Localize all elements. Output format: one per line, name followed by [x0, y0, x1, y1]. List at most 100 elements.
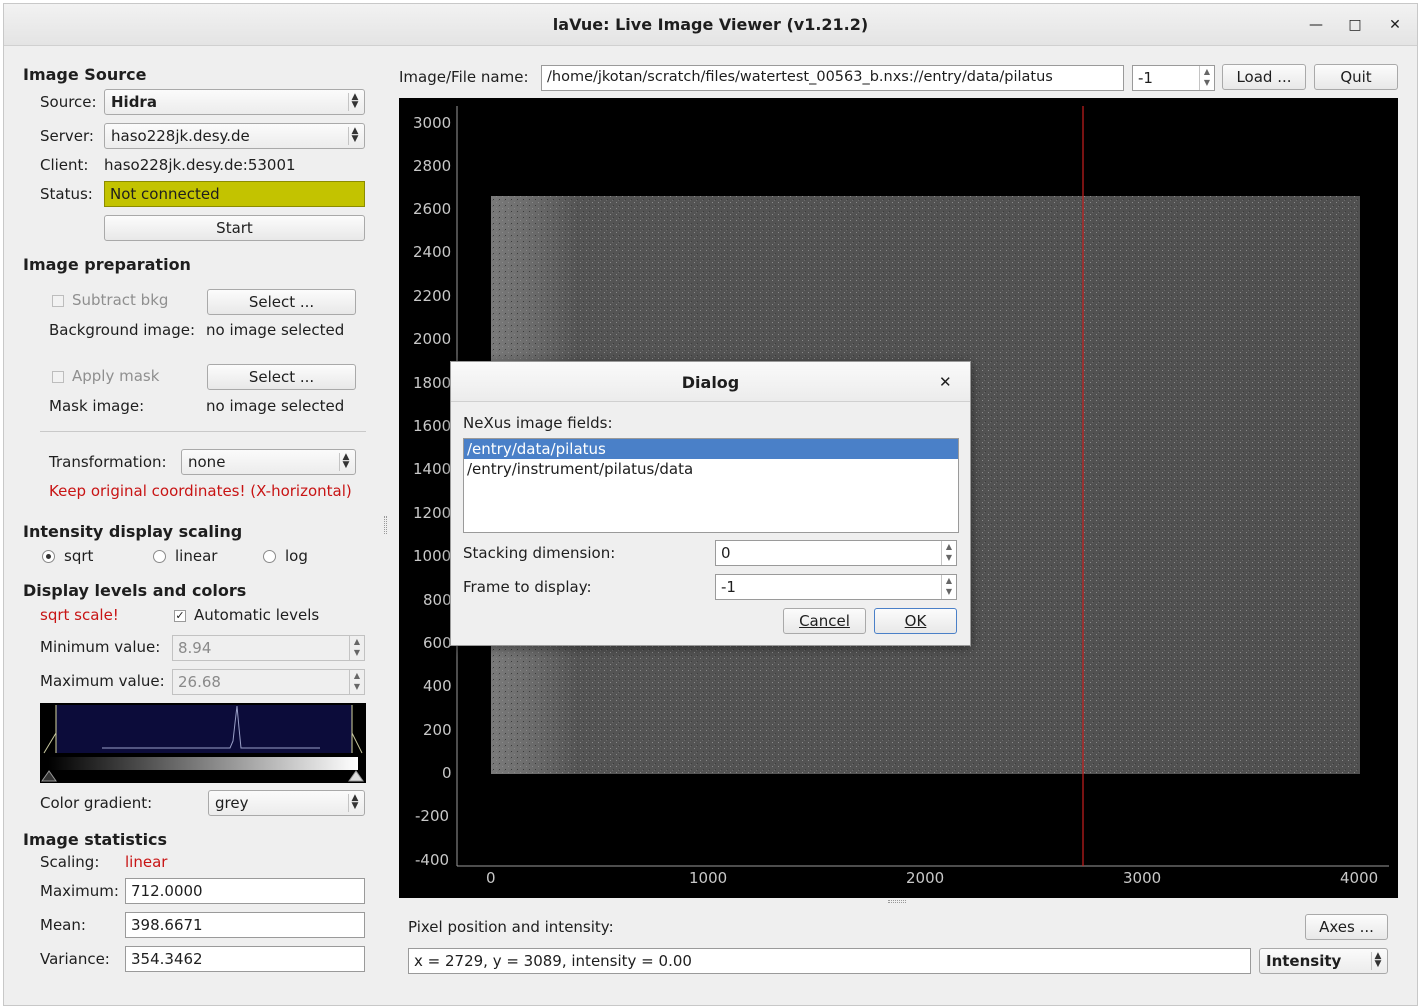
client-value: haso228jk.desy.de:53001 [104, 156, 296, 174]
sqrt-radio[interactable] [42, 550, 55, 563]
title-bar: laVue: Live Image Viewer (v1.21.2) — □ ✕ [4, 4, 1417, 46]
histogram-plot [41, 705, 364, 782]
subtract-bkg-label: Subtract bkg [72, 291, 169, 309]
maximum-stat-label: Maximum: [40, 882, 119, 900]
color-gradient-value: grey [215, 794, 249, 812]
status-field: Not connected [104, 181, 365, 207]
dialog-close-icon[interactable]: ✕ [939, 373, 952, 391]
minimize-icon[interactable]: — [1305, 14, 1327, 36]
source-combo[interactable]: Hidra ▲ ▼ [104, 89, 365, 115]
spin-arrows-icon: ▲ ▼ [1199, 66, 1214, 90]
apply-mask-label: Apply mask [72, 367, 160, 385]
intensity-scaling-heading: Intensity display scaling [23, 522, 243, 541]
chevron-updown-icon: ▲ ▼ [348, 127, 361, 145]
chevron-updown-icon: ▲ ▼ [1371, 952, 1384, 970]
variance-stat-label: Variance: [40, 950, 110, 968]
chevron-updown-icon: ▲ ▼ [348, 93, 361, 111]
minimum-value-spinbox[interactable]: 8.94 ▲ ▼ [172, 635, 365, 661]
nexus-fields-label: NeXus image fields: [463, 414, 613, 432]
sqrt-scale-note: sqrt scale! [40, 606, 119, 624]
stacking-dimension-spinbox[interactable]: 0 ▲ ▼ [715, 540, 957, 566]
y-tick: 1400 [413, 460, 452, 478]
spin-arrows-icon: ▲ ▼ [941, 575, 956, 599]
coordinates-warning: Keep original coordinates! (X-horizontal… [49, 482, 352, 500]
maximize-icon[interactable]: □ [1344, 14, 1366, 36]
histogram-region [56, 705, 352, 753]
y-tick: 2200 [413, 287, 452, 305]
pixel-position-label: Pixel position and intensity: [408, 918, 614, 936]
load-button[interactable]: Load ... [1222, 64, 1306, 90]
maximum-value-label: Maximum value: [40, 672, 165, 690]
window-title: laVue: Live Image Viewer (v1.21.2) [552, 15, 869, 34]
gradient-left-handle[interactable] [41, 770, 57, 782]
axes-button[interactable]: Axes ... [1305, 914, 1388, 940]
y-tick: 1000 [413, 547, 452, 565]
splitter-handle[interactable] [384, 516, 387, 534]
quit-button[interactable]: Quit [1314, 64, 1398, 90]
transformation-combo[interactable]: none ▲ ▼ [181, 449, 356, 475]
transformation-label: Transformation: [49, 453, 167, 471]
spin-arrows-icon: ▲ ▼ [349, 670, 364, 694]
spin-arrows-icon: ▲ ▼ [941, 541, 956, 565]
splitter-handle[interactable] [888, 900, 906, 903]
x-tick: 4000 [1340, 869, 1379, 887]
log-label: log [285, 547, 308, 565]
subtract-bkg-checkbox[interactable] [52, 295, 64, 307]
chevron-updown-icon: ▲ ▼ [339, 453, 352, 471]
transformation-value: none [188, 453, 226, 471]
nexus-fields-list[interactable]: /entry/data/pilatus /entry/instrument/pi… [463, 438, 959, 533]
file-path-field[interactable]: /home/jkotan/scratch/files/watertest_005… [541, 65, 1124, 91]
mask-image-value: no image selected [206, 397, 345, 415]
file-name-label: Image/File name: [399, 68, 529, 86]
log-radio[interactable] [263, 550, 276, 563]
stacking-dimension-value: 0 [721, 544, 731, 562]
color-gradient-combo[interactable]: grey ▲ ▼ [208, 790, 365, 816]
frame-spinbox[interactable]: -1 ▲ ▼ [1132, 65, 1215, 91]
x-tick: 1000 [689, 869, 728, 887]
level-left-slope [43, 732, 57, 754]
list-item[interactable]: /entry/instrument/pilatus/data [464, 459, 958, 479]
scaling-value: linear [125, 853, 168, 871]
ok-button[interactable]: OK [874, 608, 957, 634]
y-tick: 1800 [413, 374, 452, 392]
intensity-mode-combo[interactable]: Intensity ▲ ▼ [1259, 948, 1388, 974]
linear-radio[interactable] [153, 550, 166, 563]
y-tick: -400 [415, 851, 450, 869]
server-combo[interactable]: haso228jk.desy.de ▲ ▼ [104, 123, 365, 149]
y-tick: 600 [423, 634, 452, 652]
list-item[interactable]: /entry/data/pilatus [464, 439, 958, 459]
cancel-button[interactable]: Cancel [783, 608, 866, 634]
dialog-title-bar: Dialog ✕ [451, 362, 970, 402]
frame-to-display-spinbox[interactable]: -1 ▲ ▼ [715, 574, 957, 600]
maximum-value-spinbox[interactable]: 26.68 ▲ ▼ [172, 669, 365, 695]
minimum-value-label: Minimum value: [40, 638, 161, 656]
x-tick: 3000 [1123, 869, 1162, 887]
histogram-widget[interactable] [40, 703, 366, 783]
linear-label: linear [175, 547, 218, 565]
automatic-levels-checkbox[interactable]: ✓ [174, 610, 186, 622]
pixel-info-field: x = 2729, y = 3089, intensity = 0.00 [408, 948, 1251, 974]
frame-to-display-label: Frame to display: [463, 578, 592, 596]
source-value: Hidra [111, 93, 157, 111]
server-label: Server: [40, 127, 94, 145]
image-source-heading: Image Source [23, 65, 147, 84]
gradient-bar[interactable] [48, 757, 358, 770]
automatic-levels-label: Automatic levels [194, 606, 320, 624]
maximum-value: 26.68 [178, 673, 221, 691]
y-tick: 2800 [413, 157, 452, 175]
gradient-right-handle[interactable] [348, 770, 364, 782]
select-background-button[interactable]: Select ... [207, 289, 356, 315]
close-icon[interactable]: ✕ [1384, 14, 1406, 36]
image-statistics-heading: Image statistics [23, 830, 168, 849]
start-button[interactable]: Start [104, 215, 365, 241]
x-tick: 0 [486, 869, 496, 887]
source-label: Source: [40, 93, 97, 111]
y-tick: 200 [423, 721, 452, 739]
select-mask-button[interactable]: Select ... [207, 364, 356, 390]
frame-value: -1 [1138, 69, 1153, 87]
apply-mask-checkbox[interactable] [52, 371, 64, 383]
mask-image-label: Mask image: [49, 397, 145, 415]
maximum-stat-field: 712.0000 [125, 878, 365, 904]
status-label: Status: [40, 185, 93, 203]
y-tick: 2400 [413, 243, 452, 261]
